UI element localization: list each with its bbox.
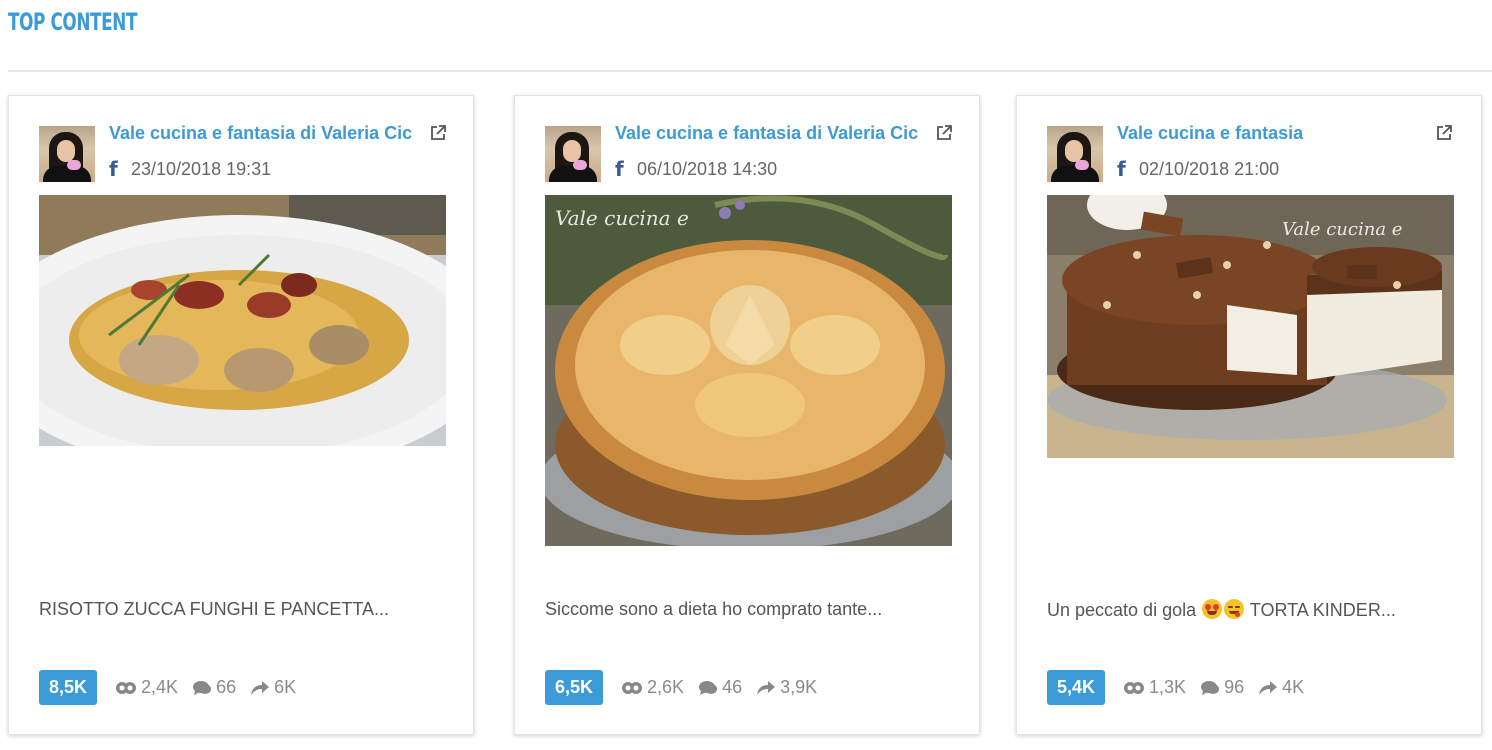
post-date: 23/10/2018 19:31 — [131, 158, 272, 179]
heart-eyes-emoji — [1202, 599, 1223, 619]
page-name-link[interactable]: Vale cucina e fantasia di Valeria Cic — [615, 123, 937, 144]
facebook-icon: f — [1117, 157, 1126, 181]
page-avatar[interactable] — [545, 126, 601, 182]
impressions-stat: 2,4K — [115, 677, 178, 698]
post-meta: f 23/10/2018 19:31 — [109, 158, 271, 180]
comments-count: 66 — [216, 677, 237, 697]
eye-icon — [116, 681, 137, 694]
section-title: TOP CONTENT — [8, 8, 138, 36]
comments-stat: 66 — [192, 677, 236, 698]
content-card: Vale cucina e fantasia di Valeria Cic f … — [514, 95, 980, 735]
shares-stat: 6K — [250, 677, 296, 698]
post-text: RISOTTO ZUCCA FUNGHI E PANCETTA... — [39, 599, 390, 619]
impressions-stat: 1,3K — [1123, 677, 1186, 698]
post-stats: 6,5K 2,6K 46 3,9K — [545, 670, 831, 705]
post-meta: f 06/10/2018 14:30 — [615, 158, 777, 180]
comments-icon — [193, 680, 212, 695]
facebook-icon: f — [109, 157, 118, 181]
page-name-link[interactable]: Vale cucina e fantasia di Valeria Cic — [109, 123, 431, 144]
svg-text:Vale cucina e: Vale cucina e — [555, 206, 689, 230]
comments-count: 46 — [722, 677, 743, 697]
post-image[interactable]: Vale cucina e — [1047, 195, 1454, 458]
impressions-count: 1,3K — [1149, 677, 1187, 697]
post-stats: 5,4K 1,3K 96 4K — [1047, 670, 1318, 705]
shares-stat: 3,9K — [756, 677, 817, 698]
post-image[interactable] — [39, 195, 446, 446]
post-date: 02/10/2018 21:00 — [1139, 158, 1280, 179]
page-name-link[interactable]: Vale cucina e fantasia — [1117, 123, 1439, 144]
shares-count: 3,9K — [780, 677, 818, 697]
shares-count: 4K — [1282, 677, 1305, 697]
share-icon — [251, 680, 270, 695]
page-avatar[interactable] — [39, 126, 95, 182]
impressions-count: 2,4K — [141, 677, 179, 697]
post-text-suffix: TORTA KINDER... — [1245, 600, 1396, 620]
eye-icon — [1124, 681, 1145, 694]
post-text-prefix: Un peccato di gola — [1047, 600, 1202, 620]
post-text: Un peccato di gola TORTA KINDER... — [1047, 599, 1454, 621]
post-stats: 8,5K 2,4K 66 6K — [39, 670, 310, 705]
comments-stat: 46 — [698, 677, 742, 698]
score-badge: 6,5K — [545, 670, 604, 705]
external-link-icon[interactable] — [1435, 124, 1453, 142]
post-image[interactable]: Vale cucina e — [545, 195, 952, 546]
shares-stat: 4K — [1258, 677, 1304, 698]
post-meta: f 02/10/2018 21:00 — [1117, 158, 1279, 180]
score-badge: 5,4K — [1047, 670, 1106, 705]
page-avatar[interactable] — [1047, 126, 1103, 182]
content-card: Vale cucina e fantasia f 02/10/2018 21:0… — [1016, 95, 1482, 735]
content-card: Vale cucina e fantasia di Valeria Cic f … — [8, 95, 474, 735]
section-divider — [8, 70, 1492, 72]
eye-icon — [622, 681, 643, 694]
comments-icon — [699, 680, 718, 695]
post-date: 06/10/2018 14:30 — [637, 158, 778, 179]
shares-count: 6K — [274, 677, 297, 697]
external-link-icon[interactable] — [429, 124, 447, 142]
comments-stat: 96 — [1200, 677, 1244, 698]
comments-icon — [1201, 680, 1220, 695]
facebook-icon: f — [615, 157, 624, 181]
external-link-icon[interactable] — [935, 124, 953, 142]
post-text: Siccome sono a dieta ho comprato tante..… — [545, 599, 883, 619]
impressions-count: 2,6K — [647, 677, 685, 697]
share-icon — [1259, 680, 1278, 695]
share-icon — [757, 680, 776, 695]
score-badge: 8,5K — [39, 670, 98, 705]
yum-emoji — [1224, 599, 1245, 619]
svg-text:Vale cucina e: Vale cucina e — [1282, 219, 1402, 240]
comments-count: 96 — [1224, 677, 1245, 697]
impressions-stat: 2,6K — [621, 677, 684, 698]
